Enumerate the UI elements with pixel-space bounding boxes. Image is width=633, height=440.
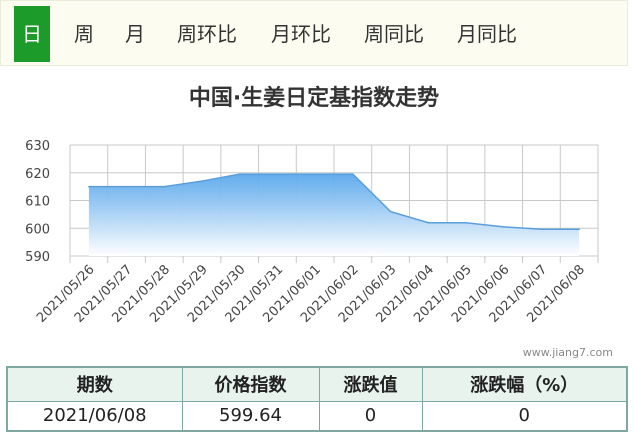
header-change-percent: 涨跌幅（%） <box>421 366 628 402</box>
y-tick-label: 610 <box>25 195 50 210</box>
data-point <box>389 210 392 213</box>
data-point <box>88 185 90 188</box>
data-point <box>465 221 467 224</box>
data-point <box>314 173 316 175</box>
tab-month[interactable]: 月 <box>122 1 148 67</box>
table-row: 2021/06/08 599.64 0 0 <box>6 400 628 432</box>
header-period: 期数 <box>6 366 183 402</box>
data-point <box>125 185 128 188</box>
y-tick-label: 600 <box>25 222 50 237</box>
cell-period: 2021/06/08 <box>6 400 183 432</box>
tab-day[interactable]: 日 <box>14 6 50 62</box>
y-tick-label: 620 <box>25 167 50 182</box>
cell-price-index: 599.64 <box>181 400 320 432</box>
index-data-table: 期数 价格指数 涨跌值 涨跌幅（%） 2021/06/08 599.64 0 0 <box>6 366 628 432</box>
tab-week-on-week[interactable]: 周环比 <box>173 1 241 67</box>
tab-month-on-month[interactable]: 月环比 <box>267 1 335 67</box>
table-header-row: 期数 价格指数 涨跌值 涨跌幅（%） <box>6 366 628 402</box>
header-change-value: 涨跌值 <box>318 366 423 402</box>
data-point <box>352 173 354 175</box>
data-point <box>163 185 166 188</box>
cell-change-percent: 0 <box>421 400 628 432</box>
index-trend-chart: 5906006106206302021/05/262021/05/272021/… <box>25 139 599 326</box>
y-tick-label: 630 <box>25 139 50 154</box>
data-point <box>238 173 241 175</box>
data-point <box>540 228 543 231</box>
cell-change-value: 0 <box>318 400 423 432</box>
chart-title: 中国·生姜日定基指数走势 <box>188 86 440 111</box>
y-tick-label: 590 <box>25 250 50 265</box>
data-point <box>502 226 505 228</box>
tab-month-year-on-year[interactable]: 月同比 <box>453 1 521 67</box>
header-price-index: 价格指数 <box>181 366 320 402</box>
data-point <box>578 228 580 231</box>
period-tab-bar: 日 周 月 周环比 月环比 周同比 月同比 <box>0 0 628 66</box>
tab-week-year-on-year[interactable]: 周同比 <box>360 1 428 67</box>
data-point <box>276 173 279 175</box>
data-point <box>201 180 203 182</box>
tab-week[interactable]: 周 <box>71 1 97 67</box>
site-watermark: www.jiang7.com <box>522 346 613 359</box>
data-point <box>427 221 430 224</box>
